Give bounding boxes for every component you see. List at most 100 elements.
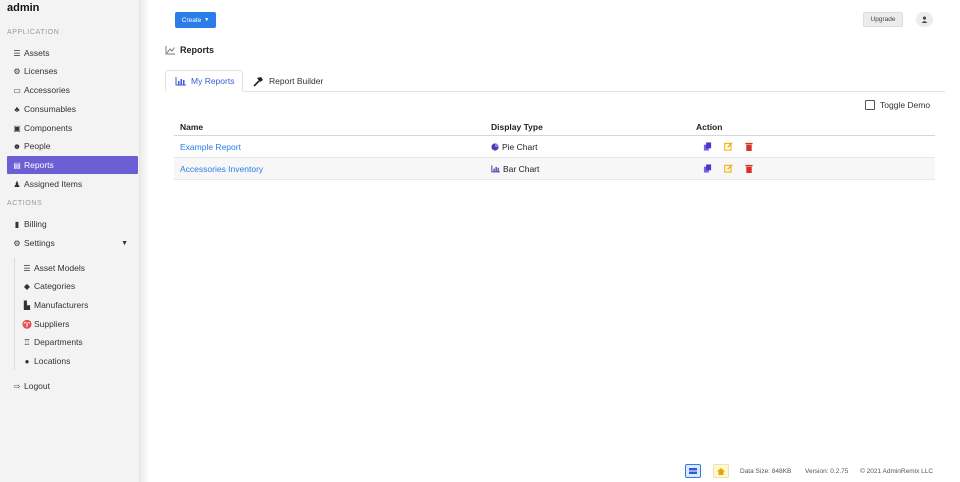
sidebar-item-label: Assigned Items (24, 179, 83, 189)
delete-button[interactable] (744, 141, 754, 151)
industry-icon: ▙ (23, 300, 31, 310)
app-root: admin APPLICATION ☰ Assets ⚙ Licenses ▭ … (0, 0, 960, 482)
sidebar: admin APPLICATION ☰ Assets ⚙ Licenses ▭ … (0, 0, 140, 482)
section-label-actions: ACTIONS (7, 200, 43, 207)
sidebar-subitem-departments[interactable]: ♖ Departments (22, 334, 83, 350)
sidebar-item-label: Accessories (24, 85, 70, 95)
page-title-text: Reports (180, 45, 215, 55)
table-row: Accessories Inventory Bar Chart (174, 158, 935, 180)
column-header-display-type: Display Type (491, 122, 543, 132)
caret-down-icon: ▼ (204, 17, 210, 23)
report-link[interactable]: Accessories Inventory (180, 164, 263, 174)
report-link[interactable]: Example Report (180, 142, 241, 152)
sidebar-item-consumables[interactable]: ♣ Consumables (7, 100, 138, 118)
compass-icon: ● (24, 356, 30, 366)
edit-icon (723, 163, 733, 173)
sidebar-subitem-label: Departments (34, 337, 83, 347)
footer-flag-button[interactable] (685, 464, 701, 478)
display-type-cell: Pie Chart (491, 142, 537, 152)
trash-icon (745, 142, 753, 151)
edit-button[interactable] (723, 163, 733, 173)
file-icon: ▤ (13, 160, 21, 170)
upgrade-button[interactable]: Upgrade (863, 12, 903, 27)
sidebar-item-logout[interactable]: ⇨ Logout (7, 377, 138, 395)
sidebar-subitem-locations[interactable]: ● Locations (22, 353, 71, 369)
sidebar-item-label: Consumables (24, 104, 76, 114)
sidebar-item-assets[interactable]: ☰ Assets (7, 44, 138, 62)
list-icon: ☰ (13, 48, 21, 58)
tab-label: My Reports (191, 76, 235, 86)
list-icon: ☰ (23, 263, 31, 273)
flag-icon (689, 468, 697, 474)
shapes-icon: ◆ (23, 281, 31, 291)
sidebar-subitem-label: Manufacturers (34, 300, 89, 310)
sidebar-subitem-label: Locations (34, 356, 71, 366)
footer-copyright: © 2021 AdminRemix LLC (860, 467, 934, 475)
edit-icon (723, 141, 733, 151)
gears-icon: ⚙ (13, 238, 21, 248)
sidebar-item-accessories[interactable]: ▭ Accessories (7, 81, 138, 99)
trash-icon (745, 164, 753, 173)
display-type-cell: Bar Chart (491, 164, 539, 174)
building-icon: ♖ (23, 337, 31, 347)
sidebar-subitem-label: Suppliers (34, 319, 70, 329)
memory-icon: ▣ (13, 123, 21, 133)
table-row: Example Report Pie Chart (174, 136, 935, 158)
copy-icon (703, 163, 711, 173)
sidebar-item-label: Settings (24, 238, 55, 248)
copy-button[interactable] (702, 141, 712, 151)
display-type-text: Bar Chart (503, 164, 540, 174)
sidebar-item-label: Components (24, 123, 73, 133)
users-icon: ☻ (12, 141, 22, 151)
copy-button[interactable] (702, 163, 712, 173)
tab-report-builder[interactable]: Report Builder (250, 70, 323, 92)
chart-bar-icon (175, 76, 186, 85)
footer-version: Version: 0.2.75 (805, 467, 849, 475)
settings-submenu-guide (14, 258, 15, 370)
section-label-application: APPLICATION (7, 29, 60, 36)
hammer-icon (253, 76, 263, 87)
sidebar-subitem-suppliers[interactable]: ♈ Suppliers (22, 316, 69, 332)
sidebar-subitem-label: Categories (34, 281, 76, 291)
parachute-icon: ♈ (22, 319, 32, 329)
sidebar-item-assigned-items[interactable]: ♟ Assigned Items (7, 175, 138, 193)
keyboard-icon: ▭ (13, 85, 21, 95)
toggle-demo-label: Toggle Demo (880, 100, 931, 110)
sidebar-subitem-asset-models[interactable]: ☰ Asset Models (22, 260, 85, 276)
pie-chart-icon (491, 143, 499, 151)
sidebar-item-label: People (24, 141, 51, 151)
sidebar-subitem-manufacturers[interactable]: ▙ Manufacturers (22, 297, 88, 313)
footer-home-button[interactable] (713, 464, 729, 478)
sidebar-item-people[interactable]: ☻ People (7, 137, 138, 155)
sidebar-item-components[interactable]: ▣ Components (7, 119, 138, 137)
sidebar-item-label: Reports (24, 160, 54, 170)
sidebar-edge (140, 0, 148, 482)
user-icon (921, 16, 928, 23)
user-avatar[interactable] (916, 12, 933, 27)
sidebar-item-label: Billing (24, 219, 47, 229)
tab-my-reports[interactable]: My Reports (165, 70, 243, 92)
delete-button[interactable] (744, 163, 754, 173)
sidebar-item-label: Assets (24, 48, 50, 58)
receipt-icon: ▮ (14, 219, 20, 229)
sidebar-subitem-categories[interactable]: ◆ Categories (22, 278, 75, 294)
sidebar-item-billing[interactable]: ▮ Billing (7, 215, 138, 233)
copy-icon (703, 141, 711, 151)
toggle-demo-checkbox[interactable]: Toggle Demo (865, 100, 930, 110)
create-button-label: Create (181, 16, 202, 24)
edit-button[interactable] (723, 141, 733, 151)
sidebar-item-settings[interactable]: ⚙ Settings ▼ (7, 234, 138, 252)
tab-label: Report Builder (269, 76, 324, 86)
display-type-text: Pie Chart (502, 142, 538, 152)
table-header: Name Display Type Action (174, 118, 935, 136)
column-header-action: Action (696, 122, 723, 132)
chart-line-icon (165, 45, 175, 54)
row-actions (702, 163, 754, 173)
bar-chart-icon (491, 165, 500, 173)
sidebar-item-licenses[interactable]: ⚙ Licenses (7, 62, 138, 80)
sidebar-item-reports[interactable]: ▤ Reports (7, 156, 138, 174)
footer-data-size: Data Size: 848KB (740, 467, 792, 475)
checkbox-square[interactable] (865, 100, 875, 110)
sidebar-item-label: Logout (24, 381, 50, 391)
create-button[interactable]: Create ▼ (175, 12, 216, 28)
